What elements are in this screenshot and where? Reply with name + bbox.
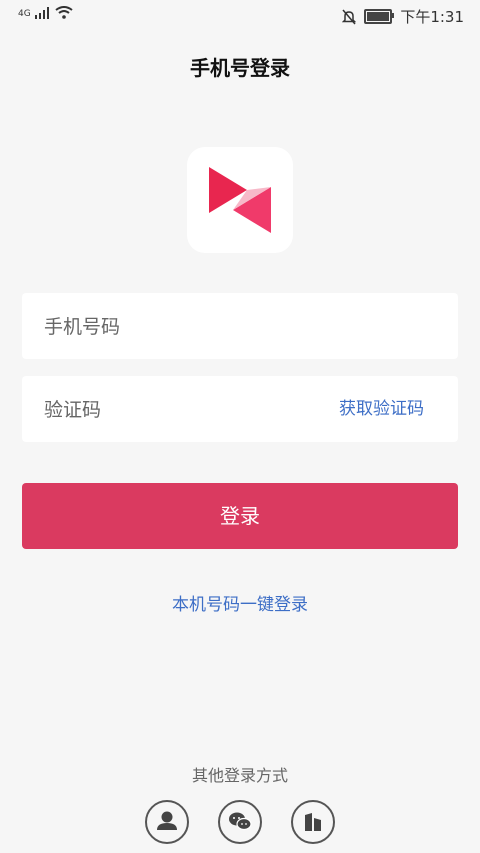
user-icon	[157, 811, 177, 830]
battery-icon	[364, 9, 395, 24]
other-login-label: 其他登录方式	[191, 766, 288, 785]
get-code-button[interactable]: 获取验证码	[339, 376, 424, 442]
building-icon	[305, 813, 321, 831]
page-title: 手机号登录	[190, 56, 290, 80]
wifi-icon	[55, 6, 73, 19]
wechat-login-button[interactable]	[218, 800, 262, 844]
signal-icon	[34, 7, 49, 19]
status-bar: 4G 下午1:31	[0, 0, 480, 30]
status-time: 下午1:31	[400, 8, 464, 26]
app-logo-icon	[209, 167, 271, 233]
one-tap-login-link[interactable]: 本机号码一键登录	[0, 590, 480, 615]
enterprise-login-button[interactable]	[291, 800, 335, 844]
other-login-methods	[0, 800, 480, 844]
status-right: 下午1:31	[342, 6, 464, 27]
phone-input[interactable]	[42, 293, 326, 361]
user-login-button[interactable]	[145, 800, 189, 844]
network-type: 4G	[18, 9, 31, 19]
code-input[interactable]	[42, 376, 326, 444]
mute-bell-icon	[342, 9, 357, 24]
code-field[interactable]: 获取验证码	[22, 376, 458, 444]
wechat-icon	[229, 812, 252, 831]
phone-field[interactable]	[22, 293, 458, 361]
login-button[interactable]: 登录	[22, 483, 458, 549]
app-logo	[187, 147, 293, 253]
status-left: 4G	[18, 6, 73, 19]
